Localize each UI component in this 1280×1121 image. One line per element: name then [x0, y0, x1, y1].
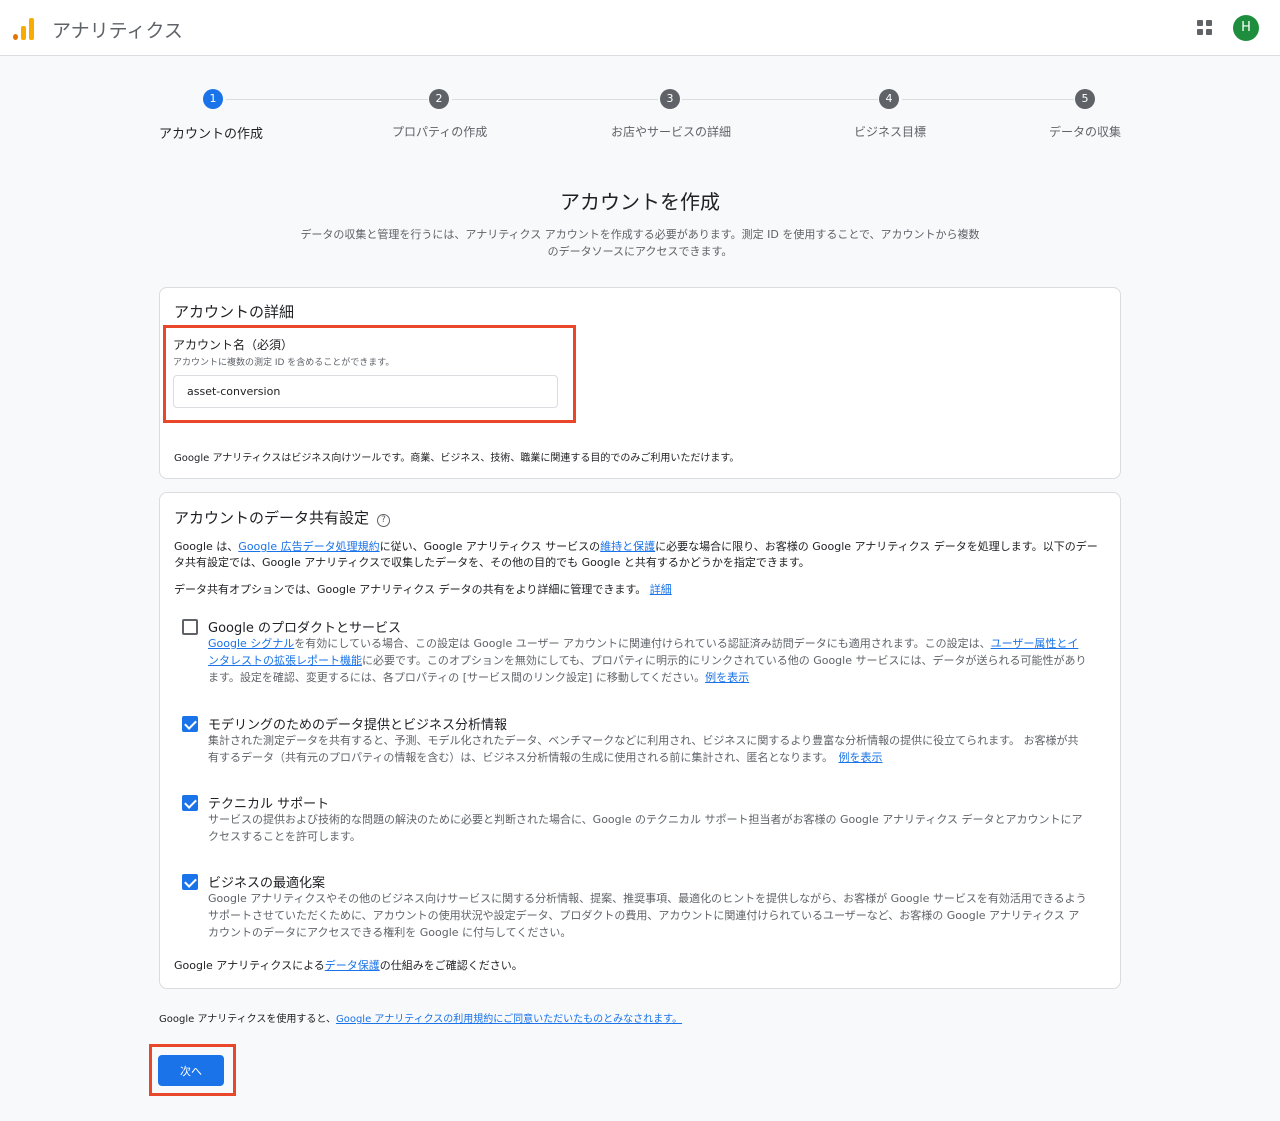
footer-text: の仕組みをご確認ください。 — [379, 959, 523, 972]
help-icon[interactable]: ? — [377, 514, 391, 527]
modeling-insights-checkbox[interactable] — [182, 716, 198, 732]
data-sharing-title: アカウントのデータ共有設定 — [174, 509, 370, 527]
business-use-notice: Google アナリティクスはビジネス向けツールです。商業、ビジネス、技術、職業… — [174, 453, 740, 464]
option-title: ビジネスの最適化案 — [208, 876, 326, 891]
option-google-products: Google のプロダクトとサービス Google シグナルを有効にしている場合… — [182, 617, 1092, 687]
ads-data-processing-terms-link[interactable]: Google 広告データ処理規約 — [238, 540, 379, 553]
account-name-highlight — [163, 325, 576, 423]
page-description: データの収集と管理を行うには、アナリティクス アカウントを作成する必要があります… — [300, 228, 980, 258]
analytics-logo-icon[interactable] — [13, 16, 35, 40]
avatar[interactable]: H — [1233, 15, 1259, 41]
step-2-indicator: 2 — [429, 89, 449, 109]
show-example-link[interactable]: 例を表示 — [839, 751, 883, 764]
data-sharing-title-row: アカウントのデータ共有設定? — [174, 507, 391, 528]
option-technical-support: テクニカル サポート サービスの提供および技術的な問題の解決のために必要と判断さ… — [182, 793, 1092, 843]
option-modeling-insights: モデリングのためのデータ提供とビジネス分析情報 集計された測定データを共有すると… — [182, 714, 1092, 764]
option-description: 集計された測定データを共有すると、予測、モデル化されたデータ、ベンチマークなどに… — [208, 732, 1088, 766]
google-products-checkbox[interactable] — [182, 619, 198, 635]
google-signals-link[interactable]: Google シグナル — [208, 637, 294, 650]
option-description: サービスの提供および技術的な問題の解決のために必要と判断された場合に、Googl… — [208, 813, 1083, 843]
next-button-highlight — [149, 1044, 236, 1096]
business-recommendations-checkbox[interactable] — [182, 874, 198, 890]
page-title: アカウントを作成 — [560, 190, 720, 214]
top-app-bar: アナリティクス H — [0, 0, 1280, 56]
step-2-label: プロパティの作成 — [392, 125, 488, 139]
option-business-recommendations: ビジネスの最適化案 Google アナリティクスやその他のビジネス向けサービスに… — [182, 872, 1092, 942]
step-connector — [226, 99, 428, 100]
learn-more-link[interactable]: 詳細 — [650, 583, 672, 596]
intro-text: に従い、Google アナリティクス サービスの — [379, 540, 601, 553]
option-desc-text: 集計された測定データを共有すると、予測、モデル化されたデータ、ベンチマークなどに… — [208, 734, 1079, 764]
step-3-indicator: 3 — [660, 89, 680, 109]
terms-notice: Google アナリティクスを使用すると、Google アナリティクスの利用規約… — [159, 1010, 682, 1025]
options-note-text: データ共有オプションでは、Google アナリティクス データの共有をより詳細に… — [174, 583, 647, 596]
account-details-title: アカウントの詳細 — [174, 303, 295, 321]
step-connector — [452, 99, 658, 100]
terms-of-service-link[interactable]: Google アナリティクスの利用規約にご同意いただいたものとみなされます。 — [336, 1014, 682, 1025]
step-4-label: ビジネス目標 — [854, 125, 927, 139]
setup-stepper: 1 2 3 4 5 アカウントの作成 プロパティの作成 お店やサービスの詳細 ビ… — [0, 88, 1280, 148]
terms-text: Google アナリティクスを使用すると、 — [159, 1014, 336, 1025]
step-5-indicator: 5 — [1075, 89, 1095, 109]
step-connector — [902, 99, 1074, 100]
option-title: テクニカル サポート — [208, 797, 330, 812]
option-title: モデリングのためのデータ提供とビジネス分析情報 — [208, 718, 508, 733]
intro-text: Google は、 — [174, 540, 239, 553]
step-4-indicator: 4 — [879, 89, 899, 109]
option-description: Google アナリティクスやその他のビジネス向けサービスに関する分析情報、提案… — [208, 892, 1087, 939]
step-3-label: お店やサービスの詳細 — [611, 125, 732, 139]
step-1-indicator: 1 — [203, 89, 223, 109]
data-protection-note: Google アナリティクスによるデータ保護の仕組みをご確認ください。 — [174, 958, 523, 974]
footer-text: Google アナリティクスによる — [174, 959, 325, 972]
option-desc-text: を有効にしている場合、この設定は Google ユーザー アカウントに関連付けら… — [294, 637, 991, 650]
data-sharing-intro: Google は、Google 広告データ処理規約に従い、Google アナリテ… — [174, 539, 1104, 571]
maintenance-protection-link[interactable]: 維持と保護 — [600, 540, 655, 553]
show-example-link[interactable]: 例を表示 — [705, 671, 749, 684]
step-1-label: アカウントの作成 — [159, 127, 264, 142]
step-connector — [682, 99, 878, 100]
step-5-label: データの収集 — [1049, 125, 1122, 139]
option-description: Google シグナルを有効にしている場合、この設定は Google ユーザー … — [208, 635, 1088, 686]
apps-grid-icon[interactable] — [1197, 20, 1213, 36]
options-note: データ共有オプションでは、Google アナリティクス データの共有をより詳細に… — [174, 582, 672, 598]
option-title: Google のプロダクトとサービス — [208, 621, 401, 636]
app-title: アナリティクス — [52, 20, 183, 42]
data-protection-link[interactable]: データ保護 — [325, 959, 380, 972]
technical-support-checkbox[interactable] — [182, 795, 198, 811]
